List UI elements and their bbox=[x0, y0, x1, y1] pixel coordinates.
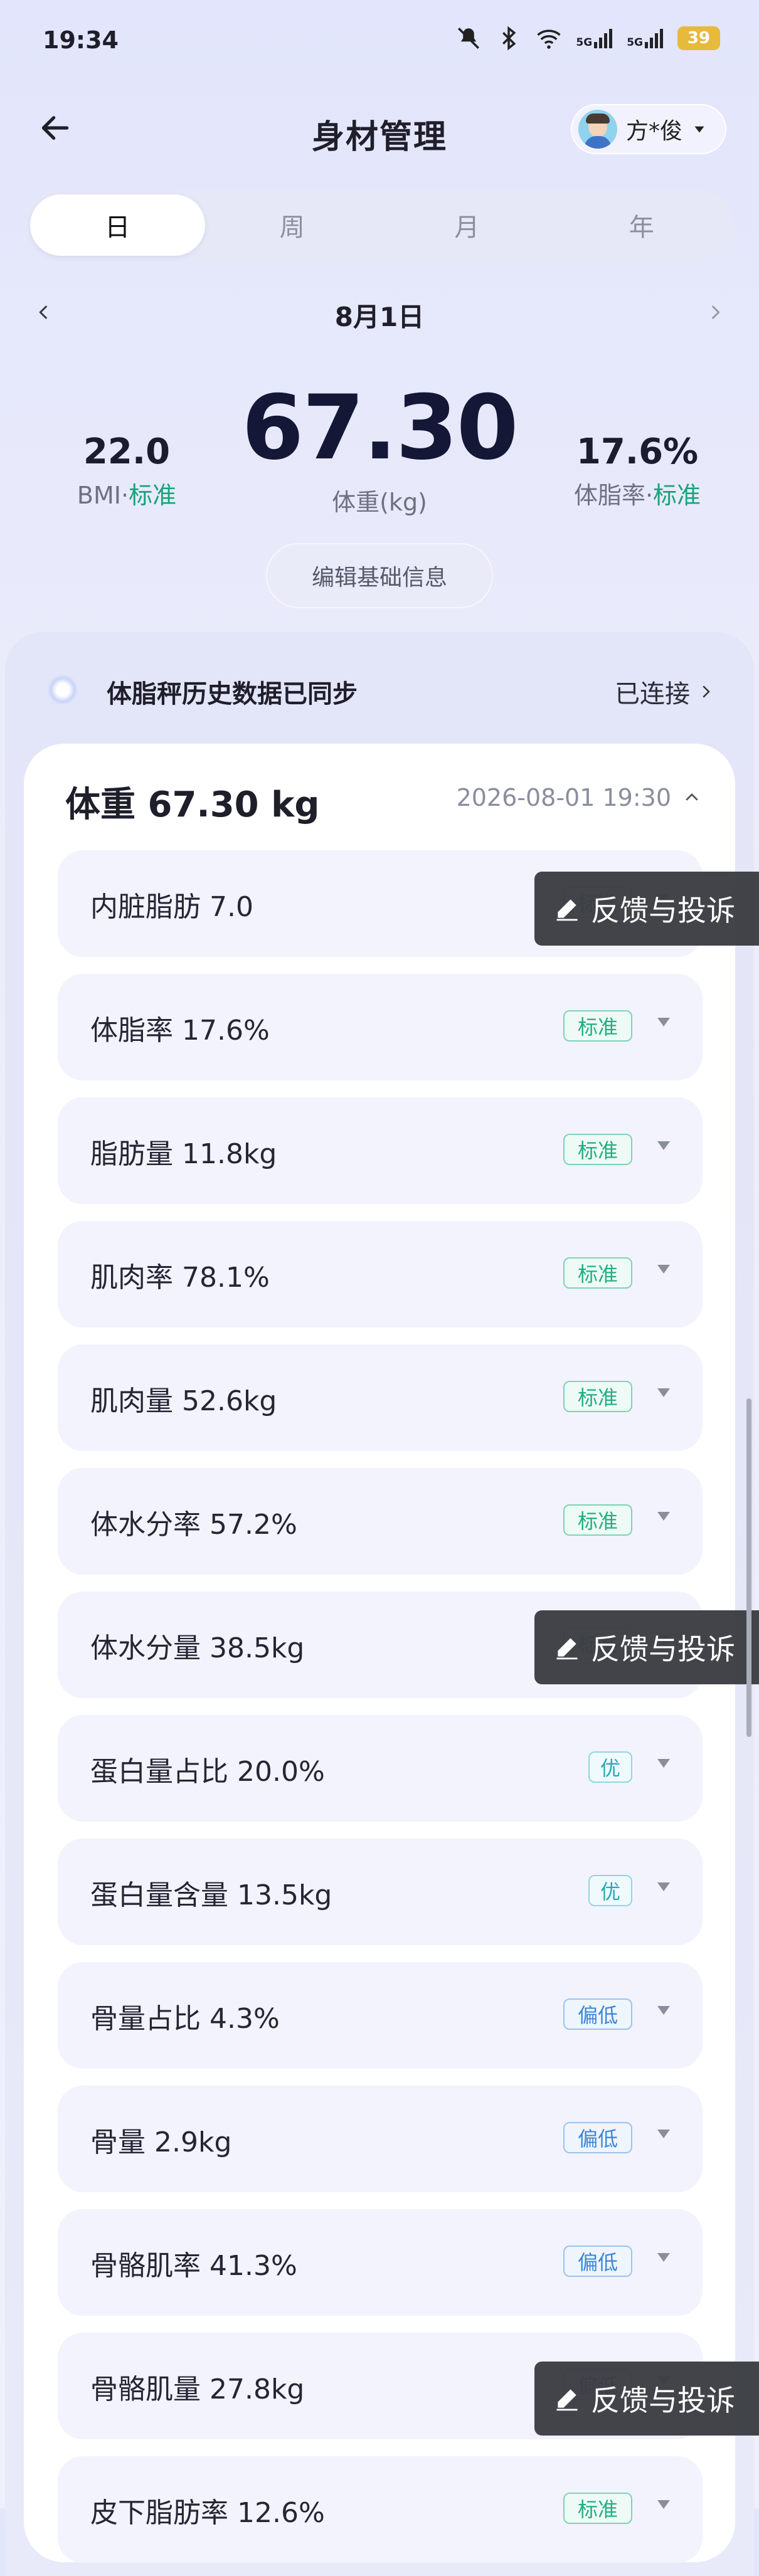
metric-label: 皮下脂肪率 12.6% bbox=[90, 2497, 325, 2529]
connection-status: 已连接 bbox=[615, 680, 690, 709]
signal-5g-icon: 5G bbox=[576, 28, 613, 48]
edit-basic-info-button[interactable]: 编辑基础信息 bbox=[266, 543, 493, 608]
metric-row[interactable]: 肌肉量 52.6kg 标准 bbox=[58, 1344, 703, 1451]
user-name: 方*俊 bbox=[626, 119, 683, 144]
metric-row[interactable]: 肌肉率 78.1% 标准 bbox=[58, 1221, 703, 1328]
caret-down-icon bbox=[657, 2130, 670, 2138]
tab-week[interactable]: 周 bbox=[205, 194, 380, 256]
metric-label: 蛋白量占比 20.0% bbox=[90, 1756, 325, 1788]
feedback-label: 反馈与投诉 bbox=[591, 1632, 735, 1666]
feedback-button[interactable]: 反馈与投诉 bbox=[534, 872, 759, 946]
feedback-label: 反馈与投诉 bbox=[591, 2383, 735, 2417]
date-label: 8月1日 bbox=[334, 302, 425, 332]
metric-status-badge: 优 bbox=[588, 1751, 632, 1783]
sync-text: 体脂秤历史数据已同步 bbox=[107, 680, 358, 709]
metric-status-badge: 标准 bbox=[563, 1010, 632, 1042]
bluetooth-icon bbox=[502, 26, 516, 51]
next-date-button[interactable] bbox=[696, 293, 734, 331]
signal-5g-2-icon: 5G bbox=[627, 28, 664, 48]
metric-row[interactable]: 蛋白量占比 20.0% 优 bbox=[58, 1715, 703, 1822]
battery-indicator: 39 bbox=[677, 26, 720, 50]
metric-row[interactable]: 骨骼肌率 41.3% 偏低 bbox=[58, 2209, 703, 2316]
avatar bbox=[578, 110, 617, 149]
bodyfat-value: 17.6% bbox=[576, 431, 699, 472]
edit-pencil-icon bbox=[556, 899, 578, 921]
metric-row[interactable]: 皮下脂肪率 12.6% 标准 bbox=[58, 2456, 703, 2563]
metric-label: 骨骼肌率 41.3% bbox=[90, 2250, 297, 2282]
bodyfat-status: 标准 bbox=[653, 482, 701, 509]
metric-status-badge: 标准 bbox=[563, 1381, 632, 1412]
card-title: 体重 67.30 kg bbox=[65, 784, 320, 825]
metric-label: 蛋白量含量 13.5kg bbox=[90, 1879, 332, 1911]
caret-down-icon bbox=[657, 2006, 670, 2015]
status-bar: 19:34 5G 5G 39 bbox=[0, 0, 759, 75]
date-navigator: 8月1日 bbox=[0, 290, 759, 340]
metric-label: 体脂率 17.6% bbox=[90, 1015, 270, 1047]
metric-label: 脂肪量 11.8kg bbox=[90, 1138, 277, 1170]
chevron-right-icon bbox=[703, 685, 710, 698]
user-switcher[interactable]: 方*俊 bbox=[571, 104, 726, 154]
metric-row[interactable]: 体水分率 57.2% 标准 bbox=[58, 1468, 703, 1575]
metric-status-badge: 标准 bbox=[563, 2493, 632, 2524]
metric-label: 肌肉量 52.6kg bbox=[90, 1385, 277, 1417]
metric-label: 骨量占比 4.3% bbox=[90, 2003, 280, 2035]
metric-row[interactable]: 体脂率 17.6% 标准 bbox=[58, 974, 703, 1080]
metric-row[interactable]: 骨量 2.9kg 偏低 bbox=[58, 2086, 703, 2192]
metric-row[interactable]: 蛋白量含量 13.5kg 优 bbox=[58, 1839, 703, 1945]
metric-status-badge: 标准 bbox=[563, 1504, 632, 1536]
metric-label: 体水分率 57.2% bbox=[90, 1509, 297, 1541]
edit-pencil-icon bbox=[556, 2389, 578, 2411]
bodyfat-label: 体脂率·标准 bbox=[573, 482, 701, 509]
period-tabs: 日 周 月 年 bbox=[25, 189, 734, 261]
tab-year[interactable]: 年 bbox=[555, 194, 730, 256]
caret-down-icon bbox=[657, 1759, 670, 1768]
edit-pencil-icon bbox=[556, 1638, 578, 1660]
feedback-button[interactable]: 反馈与投诉 bbox=[534, 1610, 759, 1684]
caret-down-icon bbox=[657, 1882, 670, 1891]
metric-status-badge: 偏低 bbox=[563, 1998, 632, 2030]
metric-status-badge: 偏低 bbox=[563, 2122, 632, 2153]
metric-label: 骨量 2.9kg bbox=[90, 2126, 232, 2158]
connection-status-link[interactable]: 已连接 bbox=[615, 673, 715, 710]
caret-down-icon bbox=[657, 1141, 670, 1150]
tab-month[interactable]: 月 bbox=[380, 194, 555, 256]
metric-label: 内脏脂肪 7.0 bbox=[90, 891, 253, 923]
feedback-button[interactable]: 反馈与投诉 bbox=[534, 2362, 759, 2436]
metric-label: 体水分量 38.5kg bbox=[90, 1632, 305, 1664]
feedback-label: 反馈与投诉 bbox=[591, 894, 735, 927]
metric-label: 骨骼肌量 27.8kg bbox=[90, 2373, 305, 2405]
metric-status-badge: 标准 bbox=[563, 1134, 632, 1165]
metric-status-badge: 标准 bbox=[563, 1257, 632, 1289]
tab-day[interactable]: 日 bbox=[30, 194, 205, 256]
caret-down-icon bbox=[657, 1018, 670, 1027]
caret-down-icon bbox=[694, 126, 704, 133]
caret-down-icon bbox=[657, 1388, 670, 1397]
scrollbar[interactable] bbox=[746, 1398, 751, 1737]
metric-status-badge: 优 bbox=[588, 1875, 632, 1906]
bodyfat-summary: 17.6% 体脂率·标准 bbox=[556, 431, 719, 510]
chevron-right-icon bbox=[711, 305, 720, 319]
metric-row[interactable]: 骨量占比 4.3% 偏低 bbox=[58, 1962, 703, 2069]
record-time: 2026-08-01 19:30 bbox=[456, 784, 671, 811]
metric-row[interactable]: 脂肪量 11.8kg 标准 bbox=[58, 1097, 703, 1204]
caret-down-icon bbox=[657, 1265, 670, 1274]
metric-status-badge: 偏低 bbox=[563, 2246, 632, 2277]
app-header: 身材管理 方*俊 bbox=[0, 88, 759, 169]
card-time-toggle[interactable]: 2026-08-01 19:30 bbox=[457, 784, 701, 811]
mute-bell-icon bbox=[458, 28, 480, 49]
metric-label: 肌肉率 78.1% bbox=[90, 1262, 270, 1294]
status-time: 19:34 bbox=[43, 26, 119, 54]
caret-down-icon bbox=[657, 2500, 670, 2509]
chevron-up-icon bbox=[686, 793, 698, 801]
caret-down-icon bbox=[657, 2253, 670, 2262]
caret-down-icon bbox=[657, 1512, 670, 1521]
wifi-icon bbox=[537, 29, 561, 49]
sync-indicator-icon bbox=[48, 675, 78, 705]
status-icons: 5G 5G 39 bbox=[455, 25, 720, 51]
